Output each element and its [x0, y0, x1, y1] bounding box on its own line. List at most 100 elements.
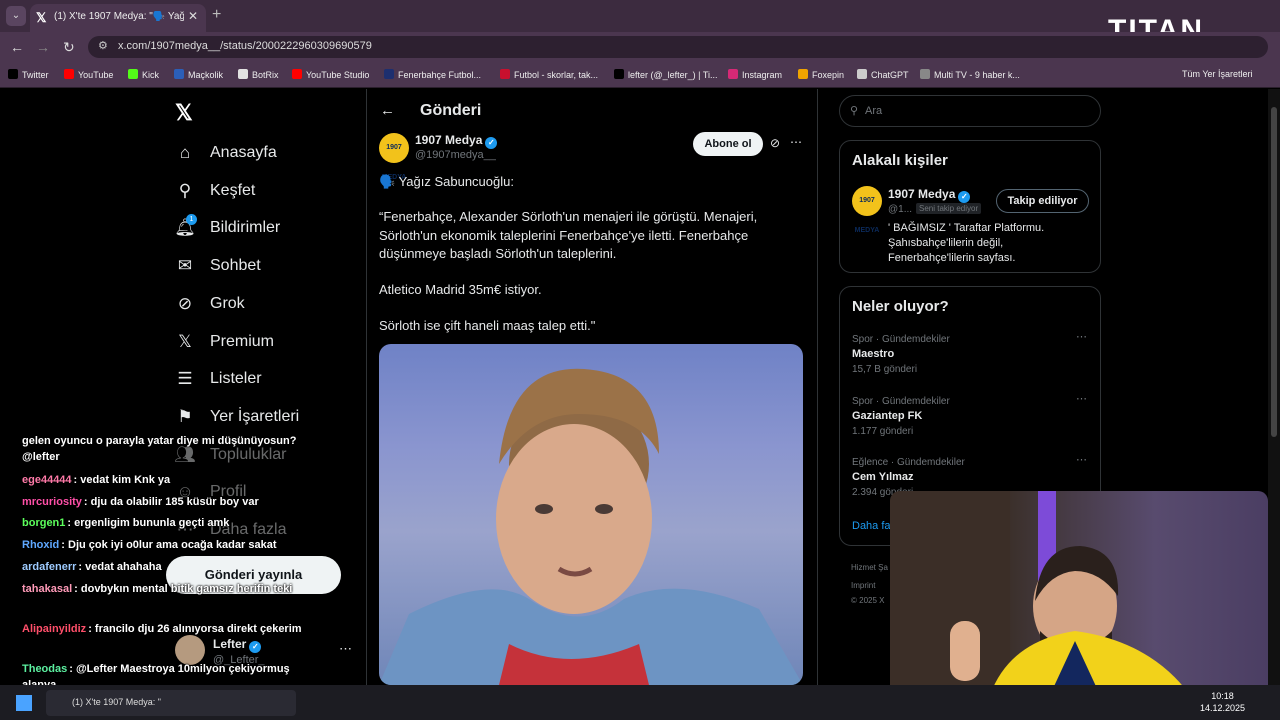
bookmark-item[interactable]: Kick	[128, 69, 159, 80]
bookmark-label: YouTube	[78, 70, 114, 80]
sidebar-item-premium[interactable]: 𝕏 Premium	[174, 328, 274, 356]
back-arrow-icon[interactable]: ←	[380, 102, 395, 119]
bookmark-item[interactable]: Twitter	[8, 69, 49, 80]
trend-more-icon[interactable]: ⋯	[1076, 330, 1087, 343]
bookmark-label: Instagram	[742, 70, 783, 80]
footer-copyright: © 2025 X	[851, 596, 885, 605]
bookmark-item[interactable]: Multi TV - 9 haber k...	[920, 69, 1020, 80]
chat-message: gelen oyuncu o parayla yatar diye mi düş…	[22, 433, 306, 465]
footer-terms-link[interactable]: Hizmet Şa	[851, 563, 888, 572]
chat-message: mrcuriosity: dju da olabilir 185 küsür b…	[22, 494, 306, 510]
close-tab-icon[interactable]: ✕	[188, 9, 198, 23]
premium-icon: 𝕏	[178, 332, 192, 351]
bookmark-label: Multi TV - 9 haber k...	[934, 70, 1020, 80]
following-button[interactable]: Takip ediliyor	[996, 189, 1089, 213]
author-handle[interactable]: @1907medya__	[415, 149, 496, 161]
bookmark-item[interactable]: YouTube Studio	[292, 69, 369, 80]
sidebar-item-messages[interactable]: ✉ Sohbet	[174, 252, 261, 280]
bookmark-item[interactable]: Foxepin	[798, 69, 844, 80]
all-bookmarks-folder[interactable]: Tüm Yer İşaretleri	[1182, 69, 1253, 79]
bookmark-favicon-icon	[798, 69, 808, 79]
taskbar-browser-app[interactable]: (1) X'te 1907 Medya: "	[46, 690, 296, 716]
chat-username: Rhoxid	[22, 539, 60, 551]
trend-name[interactable]: Cem Yılmaz	[852, 471, 914, 483]
grok-icon: ⊘	[177, 294, 193, 313]
post-photo[interactable]	[379, 344, 803, 685]
bookmark-favicon-icon	[920, 69, 930, 79]
sidebar-item-explore[interactable]: ⚲ Keşfet	[174, 177, 256, 205]
post-text-line: Sörloth ise çift haneli maaş talep etti.…	[379, 318, 596, 333]
grok-icon[interactable]: ⊘	[770, 136, 780, 150]
trends-title: Neler oluyor?	[852, 298, 949, 315]
more-options-icon[interactable]: ⋯	[790, 135, 802, 149]
chat-text: : dovbykın mental bitik gamsız herifin t…	[74, 583, 293, 595]
sidebar-item-grok[interactable]: ⊘ Grok	[174, 290, 245, 318]
lists-icon: ☰	[177, 369, 193, 388]
tab-search-button[interactable]: ⌄	[6, 6, 26, 26]
account-name: Lefter ✓	[213, 637, 262, 653]
bookmark-favicon-icon	[384, 69, 394, 79]
more-icon[interactable]: ⋯	[339, 641, 352, 657]
url-bar[interactable]: ⚙ x.com/1907medya__/status/2000222960309…	[88, 36, 1268, 58]
bookmark-item[interactable]: Instagram	[728, 69, 782, 80]
bookmark-item[interactable]: Maçkolik	[174, 69, 223, 80]
sidebar-item-home[interactable]: ⌂ Anasayfa	[174, 139, 277, 167]
author-name[interactable]: 1907 Medya ✓	[415, 133, 498, 149]
scrollbar-thumb[interactable]	[1271, 107, 1277, 437]
site-info-icon[interactable]: ⚙	[98, 39, 108, 52]
back-arrow-icon[interactable]: ←	[10, 39, 24, 55]
bookmark-item[interactable]: Fenerbahçe Futbol...	[384, 69, 481, 80]
related-avatar[interactable]: 1907 MEDYA	[852, 186, 882, 234]
browser-tab-strip: ⌄ 𝕏 (1) X'te 1907 Medya: "🗣️ Yağı ✕ +	[0, 0, 1280, 32]
sidebar-item-label: Premium	[210, 333, 275, 350]
new-tab-button[interactable]: +	[212, 6, 221, 24]
bookmark-favicon-icon	[728, 69, 738, 79]
bookmark-label: BotRix	[252, 70, 279, 80]
trend-more-icon[interactable]: ⋯	[1076, 392, 1087, 405]
bookmark-label: Maçkolik	[188, 70, 224, 80]
footer-imprint-link[interactable]: Imprint	[851, 581, 875, 590]
sidebar-item-bookmarks[interactable]: ⚑ Yer İşaretleri	[174, 403, 299, 431]
sidebar-item-label: Yer İşaretleri	[210, 408, 300, 425]
streamer-webcam-illustration	[890, 491, 1190, 695]
tab-title: (1) X'te 1907 Medya: "🗣️ Yağı	[54, 11, 184, 22]
page-scrollbar[interactable]	[1268, 89, 1280, 685]
trend-category: Eğlence · Gündemdekiler	[852, 457, 965, 468]
verified-icon: ✓	[249, 641, 262, 653]
messages-icon: ✉	[177, 256, 193, 275]
chat-text: : dju da olabilir 185 küsür boy var	[83, 496, 259, 508]
bookmark-item[interactable]: Futbol - skorlar, tak...	[500, 69, 598, 80]
windows-start-icon[interactable]	[16, 695, 32, 711]
trend-more-icon[interactable]: ⋯	[1076, 453, 1087, 466]
bookmark-favicon-icon	[292, 69, 302, 79]
related-name[interactable]: 1907 Medya ✓	[888, 187, 971, 203]
bookmark-item[interactable]: BotRix	[238, 69, 279, 80]
trend-name[interactable]: Maestro	[852, 348, 894, 360]
forward-arrow-icon[interactable]: →	[36, 39, 50, 55]
bookmark-favicon-icon	[614, 69, 624, 79]
chat-username: tahakasal	[22, 583, 73, 595]
show-more-link[interactable]: Daha fa	[852, 520, 891, 532]
author-avatar[interactable]: 1907 MEDYA	[379, 133, 409, 181]
bookmark-item[interactable]: ChatGPT	[857, 69, 909, 80]
bookmark-item[interactable]: YouTube	[64, 69, 113, 80]
active-tab[interactable]: 𝕏 (1) X'te 1907 Medya: "🗣️ Yağı ✕	[30, 4, 206, 32]
chat-username: Alipainyildiz	[22, 623, 87, 635]
sidebar-item-label: Sohbet	[210, 257, 261, 274]
explore-icon: ⚲	[178, 181, 192, 200]
sidebar-item-lists[interactable]: ☰ Listeler	[174, 365, 261, 393]
system-clock[interactable]: 10:18 14.12.2025	[1200, 690, 1245, 714]
bookmark-favicon-icon	[500, 69, 510, 79]
x-logo-icon[interactable]: 𝕏	[175, 100, 193, 126]
sidebar-item-label: Bildirimler	[210, 219, 281, 236]
reload-icon[interactable]: ↻	[63, 39, 75, 56]
subscribe-button[interactable]: Abone ol	[693, 132, 763, 156]
sidebar-item-notifications[interactable]: 🔔︎ Bildirimler 1	[174, 214, 280, 242]
chat-text: : vedat kim Knk ya	[73, 474, 171, 486]
search-input[interactable]: ⚲ Ara	[839, 95, 1101, 127]
taskbar-app-title: (1) X'te 1907 Medya: "	[72, 697, 161, 707]
post-text-line: 🗣️ Yağız Sabuncuoğlu:	[379, 174, 514, 189]
trend-name[interactable]: Gaziantep FK	[852, 410, 922, 422]
chat-message: ege44444: vedat kim Knk ya	[22, 472, 306, 488]
bookmark-item[interactable]: lefter (@_lefter_) | Ti...	[614, 69, 718, 80]
